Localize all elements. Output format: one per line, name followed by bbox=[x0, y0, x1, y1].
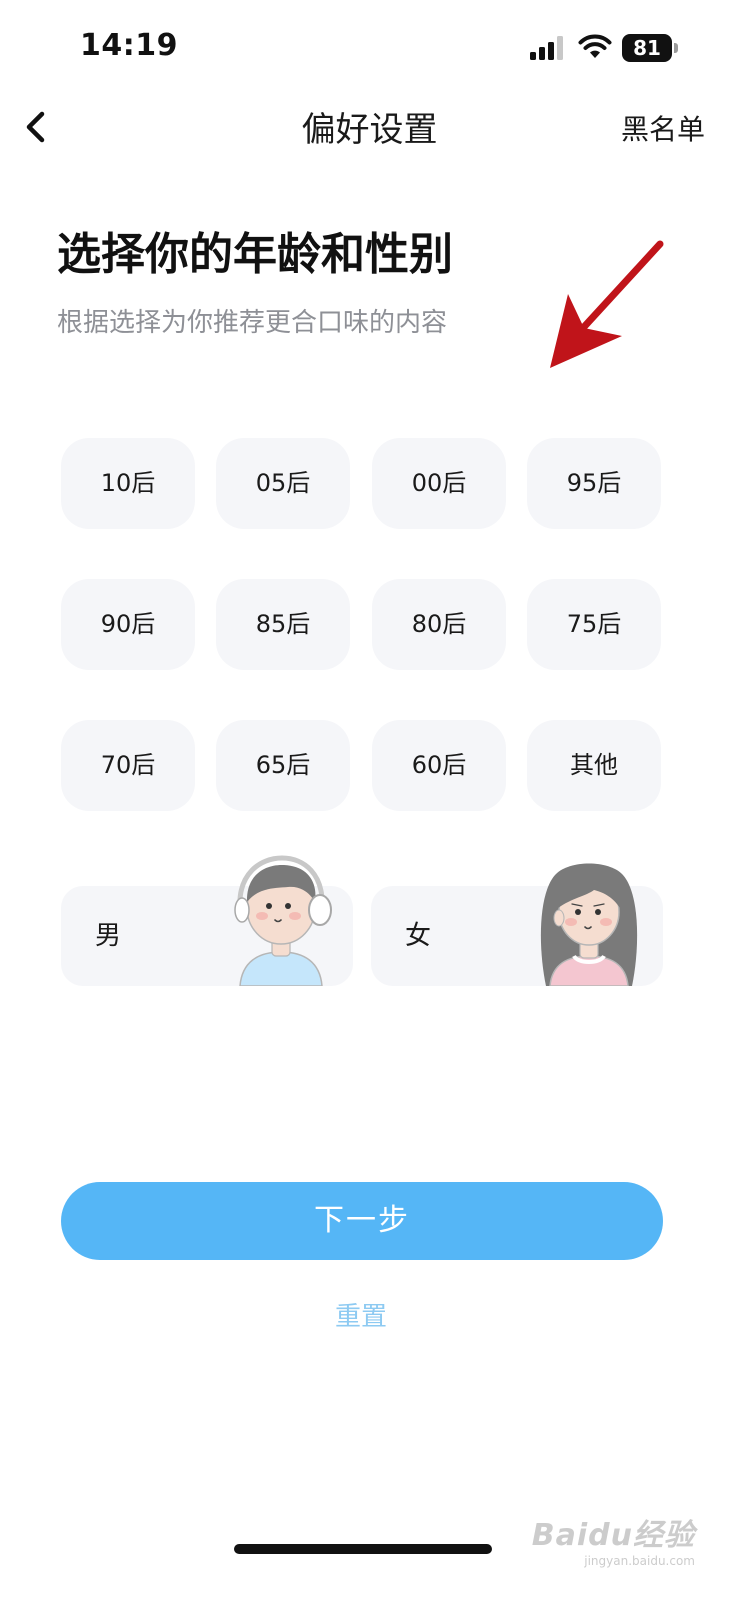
reset-button[interactable]: 重置 bbox=[0, 1296, 722, 1333]
nav-bar: 偏好设置 黑名单 bbox=[0, 96, 739, 156]
watermark-url: jingyan.baidu.com bbox=[584, 1554, 695, 1568]
status-time: 14:19 bbox=[80, 28, 178, 63]
gender-male-label: 男 bbox=[95, 921, 122, 951]
next-step-button[interactable]: 下一步 bbox=[61, 1182, 663, 1260]
age-option-chip[interactable]: 85后 bbox=[216, 579, 350, 670]
boy-avatar-illustration bbox=[234, 855, 332, 986]
gender-female-label: 女 bbox=[405, 921, 432, 951]
age-option-chip[interactable]: 60后 bbox=[372, 720, 506, 811]
girl-avatar-illustration bbox=[540, 863, 638, 986]
age-option-chip[interactable]: 65后 bbox=[216, 720, 350, 811]
watermark-logo: Baidu经验 bbox=[531, 1518, 695, 1553]
battery-cap bbox=[674, 43, 678, 53]
age-option-chip[interactable]: 10后 bbox=[61, 438, 195, 529]
battery-icon: 81 bbox=[622, 34, 678, 62]
age-option-chip[interactable]: 75后 bbox=[527, 579, 661, 670]
age-option-chip[interactable]: 90后 bbox=[61, 579, 195, 670]
cellular-signal-icon bbox=[530, 36, 563, 60]
battery-level: 81 bbox=[622, 34, 672, 62]
age-option-chip[interactable]: 00后 bbox=[372, 438, 506, 529]
status-bar: 14:19 81 bbox=[0, 0, 739, 96]
annotation-arrow-icon bbox=[550, 240, 664, 368]
home-indicator[interactable] bbox=[234, 1544, 492, 1554]
watermark: Baidu经验 jingyan.baidu.com bbox=[532, 1510, 695, 1568]
blacklist-button[interactable]: 黑名单 bbox=[621, 108, 705, 148]
age-option-chip[interactable]: 70后 bbox=[61, 720, 195, 811]
age-option-chip[interactable]: 95后 bbox=[527, 438, 661, 529]
age-option-chip[interactable]: 其他 bbox=[527, 720, 661, 811]
age-option-chip[interactable]: 05后 bbox=[216, 438, 350, 529]
section-heading: 选择你的年龄和性别 bbox=[57, 229, 453, 280]
age-option-chip[interactable]: 80后 bbox=[372, 579, 506, 670]
section-subheading: 根据选择为你推荐更合口味的内容 bbox=[57, 308, 448, 338]
wifi-icon bbox=[578, 34, 612, 58]
